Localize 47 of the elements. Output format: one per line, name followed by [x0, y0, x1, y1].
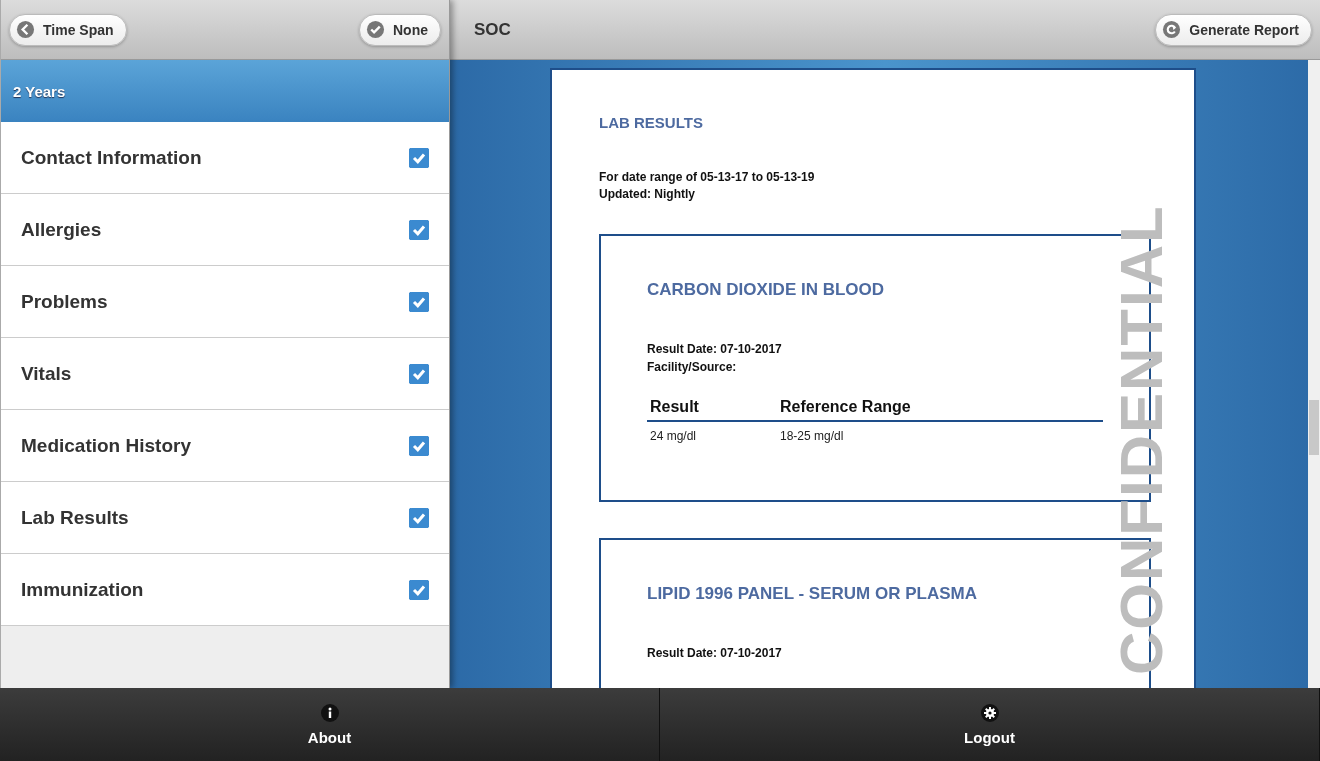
footer-tab[interactable]: Logout	[660, 688, 1320, 761]
scroll-thumb[interactable]	[1309, 400, 1319, 455]
none-button[interactable]: None	[359, 13, 441, 46]
checkbox[interactable]	[409, 435, 429, 456]
section-heading: LAB RESULTS	[599, 114, 704, 131]
section-label: Lab Results	[21, 506, 129, 529]
table-cell-text: 24 mg/dl	[650, 428, 698, 443]
footer-tab[interactable]: About	[0, 688, 660, 761]
section-label: Problems	[21, 290, 108, 313]
section-item[interactable]: Contact Information	[1, 122, 449, 194]
checkbox[interactable]	[409, 363, 429, 384]
facility-text: Facility/Source:	[647, 358, 738, 376]
checkbox[interactable]	[409, 579, 429, 600]
section-item[interactable]: Medication History	[1, 410, 449, 482]
section-label: Vitals	[21, 362, 72, 385]
result-date-text: Result Date: 07-10-2017	[647, 644, 783, 662]
check-icon	[366, 20, 385, 39]
page-title: SOC	[474, 19, 511, 40]
checkbox[interactable]	[409, 291, 429, 312]
section-item[interactable]: Immunization	[1, 554, 449, 626]
section-label: Medication History	[21, 434, 191, 457]
updated-text: Updated: Nightly	[599, 186, 696, 204]
settings-icon	[979, 703, 1000, 723]
section-label: Allergies	[21, 218, 102, 241]
group-header: 2 Years	[1, 60, 449, 122]
date-range-text: For date range of 05-13-17 to 05-13-19	[599, 169, 816, 186]
checkbox[interactable]	[409, 147, 429, 168]
section-label: Contact Information	[21, 146, 202, 169]
generate-report-button[interactable]: Generate Report	[1155, 13, 1312, 46]
section-item[interactable]: Vitals	[1, 338, 449, 410]
section-item[interactable]: Allergies	[1, 194, 449, 266]
column-header: Result	[650, 397, 700, 416]
column-header: Reference Range	[780, 397, 910, 416]
checkbox[interactable]	[409, 219, 429, 240]
result-date-text: Result Date: 07-10-2017	[647, 340, 783, 358]
section-item[interactable]: Lab Results	[1, 482, 449, 554]
section-item[interactable]: Problems	[1, 266, 449, 338]
result-title: CARBON DIOXIDE IN BLOOD	[647, 279, 886, 300]
watermark-text: CONFIDENTIAL	[1107, 204, 1176, 675]
info-icon	[319, 703, 340, 723]
section-label: Immunization	[21, 578, 144, 601]
table-cell-text: 18-25 mg/dl	[780, 428, 845, 443]
checkbox[interactable]	[409, 507, 429, 528]
scrollbar[interactable]	[1308, 60, 1320, 688]
refresh-icon	[1162, 20, 1182, 39]
result-title: LIPID 1996 PANEL - SERUM OR PLASMA	[647, 583, 978, 604]
back-button[interactable]: Time Span	[9, 13, 127, 46]
